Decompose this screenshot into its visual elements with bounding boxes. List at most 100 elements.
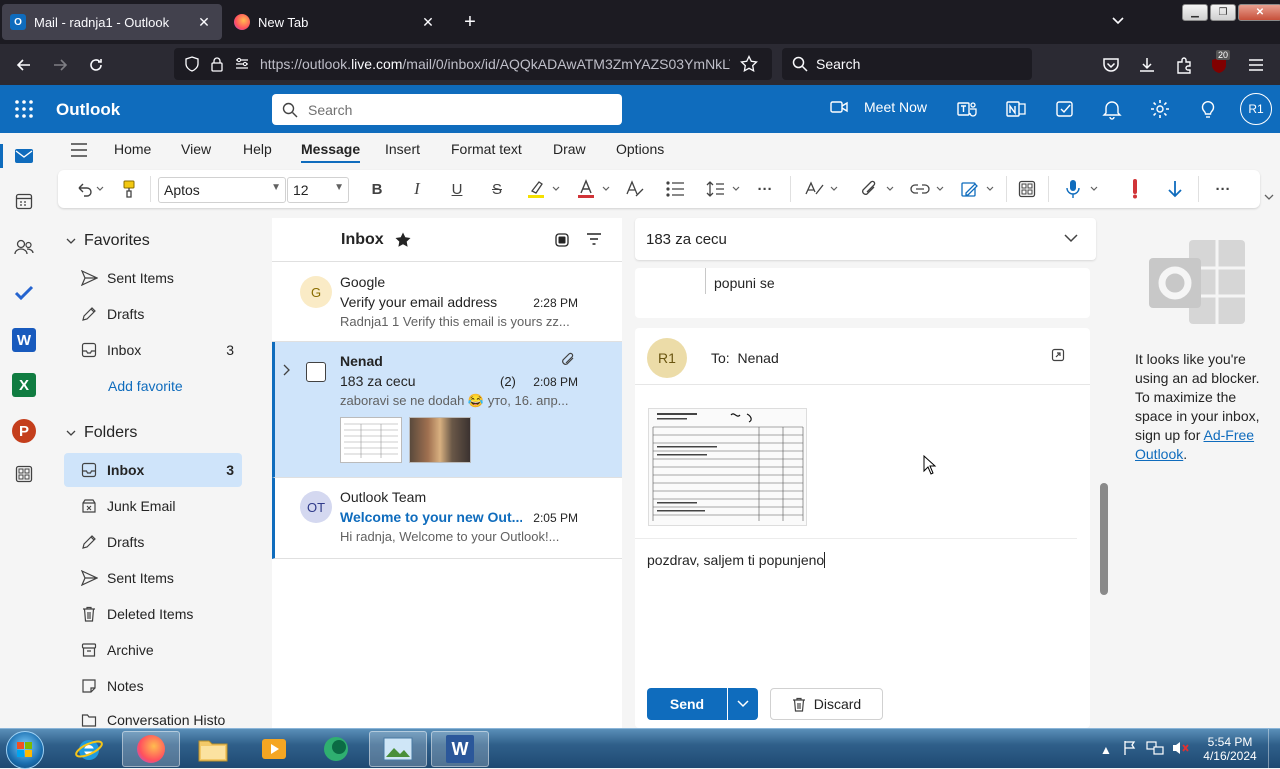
folder-conversation-history[interactable]: Conversation Histo — [64, 705, 242, 728]
folder-notes[interactable]: Notes — [64, 669, 242, 703]
reading-pane-scrollbar[interactable] — [1100, 483, 1108, 595]
ublock-extension-icon[interactable]: 20 — [1208, 50, 1231, 76]
menu-hamburger-icon[interactable] — [1245, 54, 1267, 76]
url-text[interactable]: https://outlook.live.com/mail/0/inbox/id… — [260, 56, 730, 72]
discard-button[interactable]: Discard — [770, 688, 883, 720]
shield-icon[interactable] — [184, 56, 200, 72]
favorite-drafts[interactable]: Drafts — [64, 297, 242, 331]
close-tab-icon[interactable]: ✕ — [194, 14, 214, 31]
mail-icon[interactable] — [12, 144, 36, 168]
show-hidden-icons-icon[interactable]: ▲ — [1100, 743, 1112, 757]
internet-explorer-taskbar-icon[interactable] — [60, 731, 118, 767]
font-color-icon[interactable] — [574, 178, 614, 200]
folder-sent-items[interactable]: Sent Items — [64, 561, 242, 595]
highlight-icon[interactable] — [524, 178, 564, 200]
signature-icon[interactable] — [958, 178, 998, 200]
todo-check-icon[interactable] — [12, 281, 36, 305]
favorite-star-icon[interactable] — [394, 231, 412, 249]
attach-icon[interactable] — [858, 178, 898, 200]
downloads-icon[interactable] — [1136, 54, 1158, 76]
format-painter-icon[interactable] — [118, 178, 140, 200]
folder-deleted-items[interactable]: Deleted Items — [64, 597, 242, 631]
app-taskbar-icon[interactable] — [307, 731, 365, 767]
more-options-icon[interactable]: ··· — [1212, 178, 1234, 200]
onenote-icon[interactable] — [1005, 97, 1027, 121]
lightbulb-icon[interactable] — [1197, 97, 1219, 121]
word-taskbar-icon[interactable]: W — [431, 731, 489, 767]
dictate-microphone-icon[interactable] — [1062, 178, 1102, 200]
tab-insert[interactable]: Insert — [385, 141, 420, 157]
account-avatar[interactable]: R1 — [1240, 93, 1272, 125]
inline-image-document[interactable] — [648, 408, 807, 526]
network-icon[interactable] — [1146, 740, 1164, 756]
folder-archive[interactable]: Archive — [64, 633, 242, 667]
outlook-search-input[interactable]: Search — [272, 94, 622, 125]
font-name-select[interactable]: Aptos ▼ — [158, 177, 286, 203]
people-icon[interactable] — [12, 235, 36, 259]
tab-format-text[interactable]: Format text — [451, 141, 522, 157]
list-tabs-chevron-icon[interactable] — [1110, 12, 1126, 28]
folder-inbox[interactable]: Inbox 3 — [64, 453, 242, 487]
permissions-icon[interactable] — [234, 57, 250, 71]
message-row-outlook-team[interactable]: OT Outlook Team Welcome to your new Out.… — [272, 478, 622, 559]
pocket-icon[interactable] — [1100, 54, 1122, 76]
restore-button[interactable]: ❐ — [1210, 4, 1236, 21]
bookmark-star-icon[interactable] — [740, 55, 758, 73]
folder-junk-email[interactable]: Junk Email — [64, 489, 242, 523]
minimize-button[interactable]: ▁ — [1182, 4, 1208, 21]
more-apps-icon[interactable] — [12, 462, 36, 486]
extensions-icon[interactable] — [1173, 54, 1195, 76]
folders-header[interactable]: Folders — [66, 424, 137, 442]
close-tab-icon[interactable]: ✕ — [418, 14, 438, 31]
close-window-button[interactable]: ✕ — [1238, 4, 1280, 21]
add-favorite-link[interactable]: Add favorite — [108, 378, 183, 394]
start-button[interactable] — [6, 731, 44, 769]
message-row-google[interactable]: G Google Verify your email address 2:28 … — [272, 263, 622, 342]
lock-icon[interactable] — [210, 56, 224, 72]
underline-icon[interactable]: U — [446, 178, 468, 200]
italic-icon[interactable]: I — [406, 178, 428, 200]
powerpoint-app-icon[interactable]: P — [12, 419, 36, 443]
gear-icon[interactable] — [1149, 97, 1171, 121]
favorite-sent-items[interactable]: Sent Items — [64, 261, 242, 295]
tab-home[interactable]: Home — [114, 141, 151, 157]
app-launcher-waffle-icon[interactable] — [14, 99, 34, 119]
undo-icon[interactable] — [70, 178, 110, 200]
favorites-header[interactable]: Favorites — [66, 232, 150, 250]
tab-help[interactable]: Help — [243, 141, 272, 157]
favorite-inbox[interactable]: Inbox 3 — [64, 333, 242, 367]
teams-icon[interactable] — [956, 97, 978, 121]
taskbar-clock[interactable]: 5:54 PM 4/16/2024 — [1198, 735, 1262, 763]
tab-options[interactable]: Options — [616, 141, 664, 157]
bullets-icon[interactable] — [664, 178, 686, 200]
chevron-down-icon[interactable] — [1063, 232, 1079, 244]
message-checkbox[interactable] — [306, 362, 326, 382]
apps-grid-icon[interactable] — [1016, 178, 1038, 200]
styles-icon[interactable] — [624, 178, 646, 200]
my-day-icon[interactable] — [1054, 97, 1076, 121]
ribbon-expand-chevron-icon[interactable] — [1263, 192, 1275, 202]
strikethrough-icon[interactable]: S — [486, 178, 508, 200]
attachment-thumbnail-document[interactable] — [340, 417, 402, 463]
photo-viewer-taskbar-icon[interactable] — [369, 731, 427, 767]
editor-icon[interactable] — [802, 178, 842, 200]
select-mode-icon[interactable] — [554, 232, 570, 248]
firefox-taskbar-icon[interactable] — [122, 731, 180, 767]
browser-search-bar[interactable]: Search — [782, 48, 1032, 80]
high-importance-icon[interactable] — [1124, 178, 1146, 200]
reload-icon[interactable] — [85, 54, 107, 76]
to-recipient[interactable]: Nenad — [737, 350, 778, 366]
new-tab-plus-icon[interactable]: + — [456, 8, 484, 36]
tab-outlook[interactable]: O Mail - radnja1 - Outlook ✕ — [2, 4, 222, 40]
bold-icon[interactable]: B — [366, 178, 388, 200]
message-row-nenad[interactable]: Nenad 183 za cecu (2) 2:08 PM zaboravi s… — [272, 342, 622, 478]
hamburger-menu-icon[interactable] — [70, 142, 88, 158]
bell-icon[interactable] — [1101, 97, 1123, 121]
volume-muted-icon[interactable] — [1172, 740, 1190, 756]
compose-body[interactable]: pozdrav, saljem ti popunjeno — [647, 552, 826, 568]
tab-message[interactable]: Message — [301, 141, 361, 163]
attachment-thumbnail-photo[interactable] — [409, 417, 471, 463]
forward-arrow-icon[interactable] — [49, 54, 71, 76]
send-button[interactable]: Send — [647, 688, 727, 720]
expand-thread-chevron-icon[interactable] — [281, 364, 291, 376]
